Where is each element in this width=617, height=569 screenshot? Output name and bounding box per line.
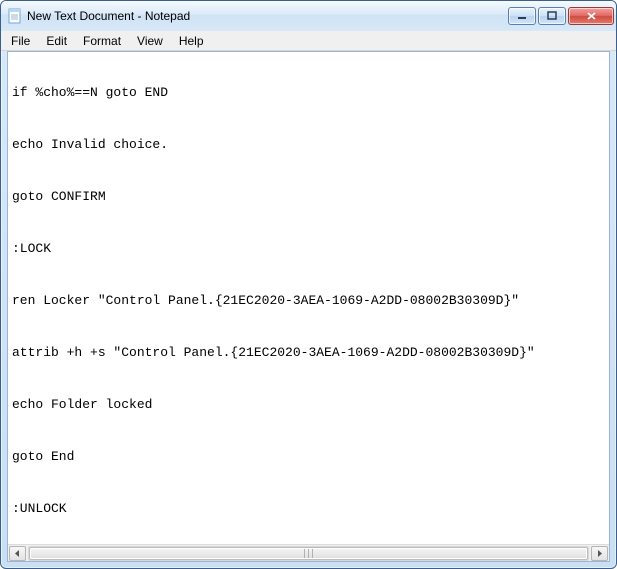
code-line: goto CONFIRM xyxy=(12,184,605,210)
close-icon xyxy=(586,11,597,21)
maximize-button[interactable] xyxy=(538,7,566,25)
scroll-right-button[interactable] xyxy=(591,546,608,561)
menu-file[interactable]: File xyxy=(3,33,38,49)
menu-edit[interactable]: Edit xyxy=(38,33,75,49)
minimize-icon xyxy=(517,11,527,21)
code-line: echo Invalid choice. xyxy=(12,132,605,158)
scroll-thumb[interactable] xyxy=(29,547,588,560)
client-area: if %cho%==N goto END echo Invalid choice… xyxy=(7,51,610,562)
text-editor[interactable]: if %cho%==N goto END echo Invalid choice… xyxy=(8,52,609,544)
code-line: echo Folder locked xyxy=(12,392,605,418)
maximize-icon xyxy=(547,11,557,21)
notepad-window: New Text Document - Notepad File Edit Fo… xyxy=(0,0,617,569)
window-controls xyxy=(508,7,614,25)
notepad-icon xyxy=(7,8,23,24)
scroll-track[interactable] xyxy=(28,546,589,561)
close-button[interactable] xyxy=(568,7,614,25)
menu-format[interactable]: Format xyxy=(75,33,129,49)
chevron-left-icon xyxy=(14,550,21,557)
chevron-right-icon xyxy=(596,550,603,557)
minimize-button[interactable] xyxy=(508,7,536,25)
grip-icon xyxy=(304,549,313,558)
code-line: goto End xyxy=(12,444,605,470)
menu-help[interactable]: Help xyxy=(171,33,212,49)
window-title: New Text Document - Notepad xyxy=(27,9,508,23)
code-line: ren Locker "Control Panel.{21EC2020-3AEA… xyxy=(12,288,605,314)
code-line: :LOCK xyxy=(12,236,605,262)
code-line: :UNLOCK xyxy=(12,496,605,522)
titlebar[interactable]: New Text Document - Notepad xyxy=(1,1,616,31)
code-line: if %cho%==N goto END xyxy=(12,80,605,106)
menu-view[interactable]: View xyxy=(129,33,171,49)
horizontal-scrollbar[interactable] xyxy=(8,544,609,561)
scroll-left-button[interactable] xyxy=(9,546,26,561)
code-line: attrib +h +s "Control Panel.{21EC2020-3A… xyxy=(12,340,605,366)
menubar: File Edit Format View Help xyxy=(1,31,616,51)
